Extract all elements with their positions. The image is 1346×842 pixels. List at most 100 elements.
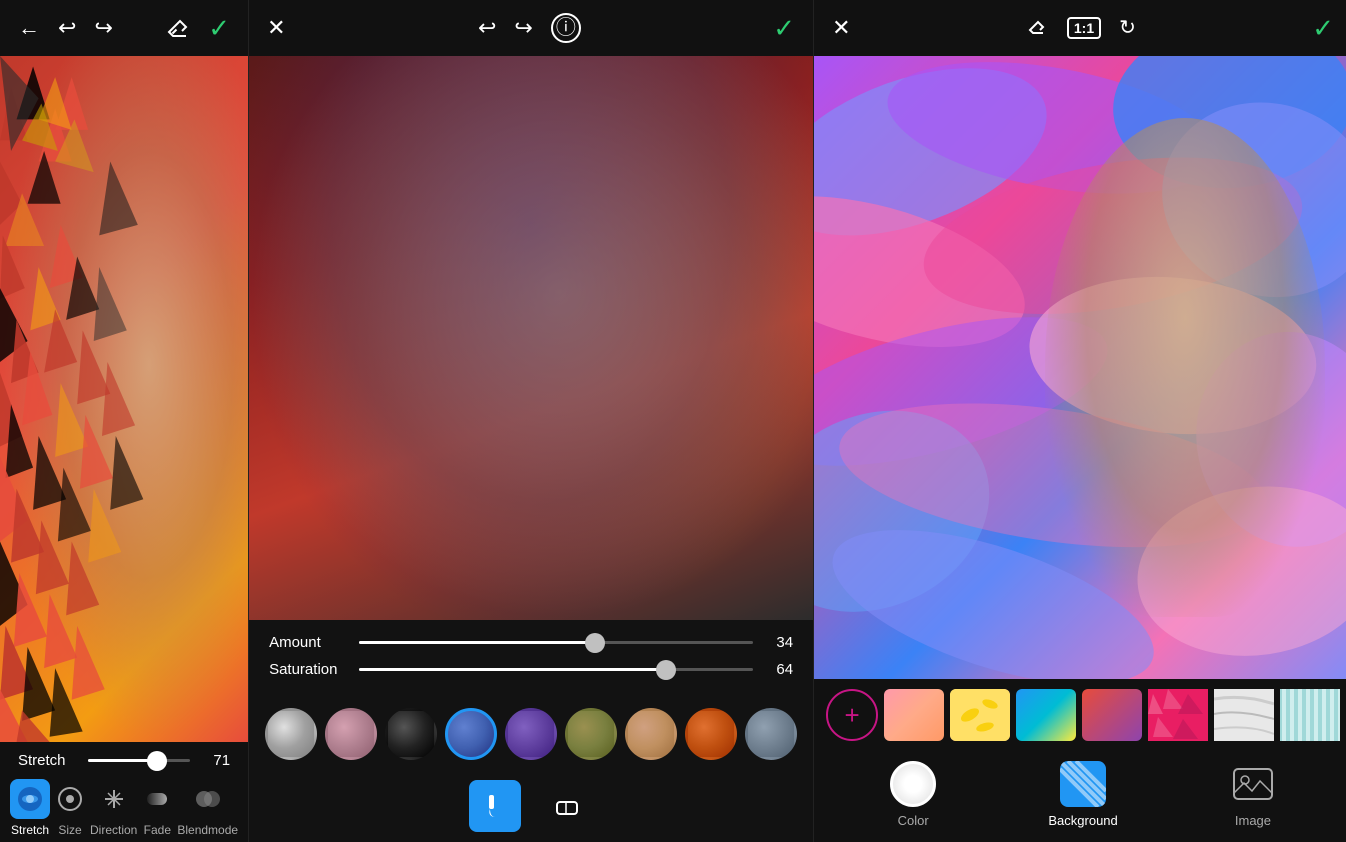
image-tab-icon [1230, 761, 1276, 807]
amount-slider-thumb[interactable] [585, 633, 605, 653]
panel1-bottom-toolbar: Stretch 71 Stretch [0, 742, 248, 842]
bg-thumb-7[interactable] [1280, 689, 1340, 741]
close-button[interactable]: ✕ [267, 17, 285, 39]
amount-slider-track[interactable] [359, 641, 753, 644]
panel3-center-icons: 1:1 ↻ [1027, 17, 1136, 39]
amount-slider-row: Amount 34 [269, 634, 793, 651]
panel1-topbar: ← ↩ ↪ ✓ [0, 0, 248, 56]
panel2-image-area [249, 56, 813, 620]
refresh-button[interactable]: ↻ [1119, 18, 1136, 38]
stretch-icon [10, 779, 50, 819]
ratio-button[interactable]: 1:1 [1067, 17, 1101, 39]
color-swatches-row [249, 698, 813, 770]
panel1-left-icons: ← ↩ ↪ [18, 17, 113, 39]
size-tool-label: Size [58, 823, 81, 837]
swatch-tan[interactable] [625, 708, 677, 760]
swatch-steel[interactable] [745, 708, 797, 760]
direction-icon [94, 779, 134, 819]
blendmode-tool-label: Blendmode [177, 823, 238, 837]
stretch-label: Stretch [18, 752, 78, 769]
tool-fade[interactable]: Fade [137, 779, 177, 837]
panel2-slider-panel: Amount 34 Saturation 64 [249, 620, 813, 698]
panel1-right-icons: ✓ [166, 15, 230, 41]
tab-image[interactable]: Image [1230, 761, 1276, 828]
swatch-blue[interactable] [445, 708, 497, 760]
swatch-mauve[interactable] [325, 708, 377, 760]
thumbnail-row: + [814, 679, 1346, 751]
panel3-bottom: + [814, 679, 1346, 842]
saturation-value: 64 [763, 661, 793, 678]
check-button[interactable]: ✓ [208, 15, 230, 41]
size-icon [50, 779, 90, 819]
check-button2[interactable]: ✓ [773, 15, 795, 41]
image-tab-label: Image [1235, 813, 1271, 828]
undo-button[interactable]: ↩ [58, 17, 76, 39]
blendmode-icon [188, 779, 228, 819]
swatch-silver[interactable] [265, 708, 317, 760]
swatch-black[interactable] [385, 708, 437, 760]
check-button3[interactable]: ✓ [1312, 15, 1334, 41]
undo-button2[interactable]: ↩ [478, 17, 496, 39]
swatch-orange[interactable] [685, 708, 737, 760]
amount-value: 34 [763, 634, 793, 651]
redo-button2[interactable]: ↪ [514, 17, 532, 39]
back-button[interactable]: ← [18, 17, 40, 39]
tool-size[interactable]: Size [50, 779, 90, 837]
stretch-value: 71 [200, 752, 230, 769]
panel2-topbar: ✕ ↩ ↪ ⓘ ✓ [249, 0, 813, 56]
saturation-slider-fill [359, 668, 666, 671]
color-tab-icon [890, 761, 936, 807]
tool-blendmode[interactable]: Blendmode [177, 779, 238, 837]
bg-thumb-3[interactable] [1016, 689, 1076, 741]
swatch-olive[interactable] [565, 708, 617, 760]
swatch-purple[interactable] [505, 708, 557, 760]
eraser-button3[interactable] [1027, 17, 1049, 39]
panel2-base-image [249, 56, 813, 620]
bg-thumb-6[interactable] [1214, 689, 1274, 741]
panel2-hair-overlay [249, 56, 813, 620]
stretch-slider-track[interactable] [88, 759, 190, 762]
bg-thumb-1[interactable] [884, 689, 944, 741]
background-tab-label: Background [1048, 813, 1117, 828]
panel3-face-overlay [1045, 118, 1325, 616]
saturation-slider-thumb[interactable] [656, 660, 676, 680]
stretch-slider-thumb[interactable] [147, 751, 167, 771]
panel1-face-overlay [0, 56, 248, 742]
stretch-tool-label: Stretch [11, 823, 49, 837]
panel3-tabs: Color Background [814, 751, 1346, 842]
panel-stretch: ← ↩ ↪ ✓ [0, 0, 249, 842]
brush-button[interactable] [469, 780, 521, 832]
panel3-base-image [814, 56, 1346, 679]
bg-thumb-4[interactable] [1082, 689, 1142, 741]
info-button[interactable]: ⓘ [551, 13, 581, 43]
bg-tab-icon [1060, 761, 1106, 807]
panel1-image-area [0, 56, 248, 742]
eraser-button[interactable] [166, 16, 190, 40]
tool-direction[interactable]: Direction [90, 779, 137, 837]
brush-tools-row [249, 770, 813, 842]
fade-tool-label: Fade [144, 823, 171, 837]
add-background-button[interactable]: + [826, 689, 878, 741]
fade-icon [137, 779, 177, 819]
panel3-image-area [814, 56, 1346, 679]
panel-background: ✕ 1:1 ↻ ✓ [814, 0, 1346, 842]
panel3-topbar: ✕ 1:1 ↻ ✓ [814, 0, 1346, 56]
saturation-slider-row: Saturation 64 [269, 661, 793, 678]
redo-button[interactable]: ↪ [94, 17, 112, 39]
tool-stretch[interactable]: Stretch [10, 779, 50, 837]
bg-thumb-2[interactable] [950, 689, 1010, 741]
eraser-button2[interactable] [541, 780, 593, 832]
saturation-label: Saturation [269, 661, 349, 678]
amount-slider-fill [359, 641, 595, 644]
tab-color[interactable]: Color [890, 761, 936, 828]
close-button3[interactable]: ✕ [832, 17, 850, 39]
tools-row: Stretch Size [0, 773, 248, 842]
stretch-row: Stretch 71 [0, 742, 248, 773]
amount-label: Amount [269, 634, 349, 651]
tab-background[interactable]: Background [1048, 761, 1117, 828]
direction-tool-label: Direction [90, 823, 137, 837]
panel1-base-image [0, 56, 248, 742]
bg-thumb-5[interactable] [1148, 689, 1208, 741]
panel2-center-icons: ↩ ↪ ⓘ [478, 13, 581, 43]
saturation-slider-track[interactable] [359, 668, 753, 671]
